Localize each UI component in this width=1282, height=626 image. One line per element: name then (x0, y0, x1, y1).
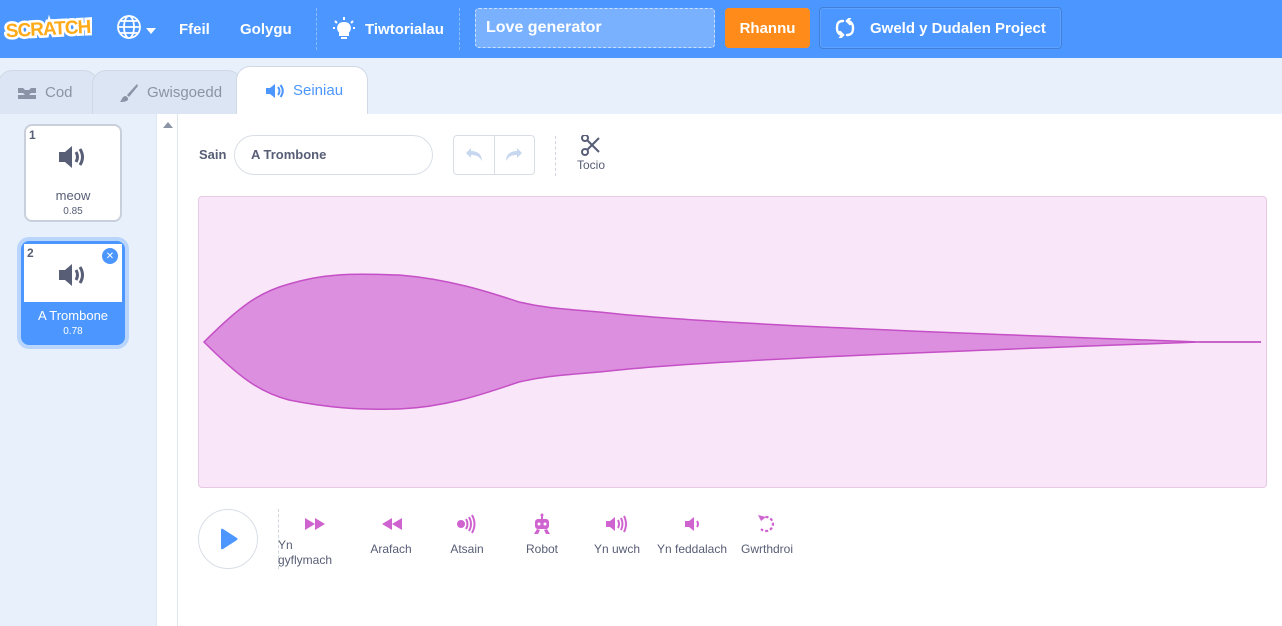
faster-icon (278, 512, 344, 536)
language-menu[interactable] (116, 0, 156, 58)
waveform (202, 273, 1261, 410)
toolbar-divider (555, 136, 556, 176)
tutorials-label: Tiwtorialau (365, 20, 444, 38)
effect-slower-button[interactable]: Arafach (353, 512, 429, 557)
trim-button[interactable]: Tocio (571, 134, 611, 172)
menu-bar: SCRATCH Ffeil Golygu Tiwtorialau Love ge… (0, 0, 1282, 58)
sound-number: 1 (29, 128, 36, 142)
effect-reverse-button[interactable]: Gwrthdroi (729, 512, 805, 557)
effect-label: Yn feddalach (656, 542, 728, 556)
play-button[interactable] (198, 509, 258, 569)
menu-divider (459, 8, 460, 50)
sound-editor: Sain A Trombone Tocio Yn gyflymach Arafa… (178, 114, 1282, 626)
echo-icon (429, 512, 505, 536)
trim-label: Tocio (576, 158, 605, 172)
effect-softer-button[interactable]: Yn feddalach (654, 512, 730, 557)
code-icon (17, 85, 37, 101)
menu-divider (316, 8, 317, 50)
effect-label: Atsain (450, 542, 484, 556)
close-icon: ✕ (105, 250, 115, 262)
slower-icon (353, 512, 429, 536)
tab-sounds-label: Seiniau (293, 82, 344, 99)
sound-duration: 0.85 (63, 206, 83, 217)
sound-list: 1 meow 0.85 2 ✕ A Trombone 0.78 (0, 114, 156, 626)
sound-name: meow (55, 188, 91, 203)
louder-icon (579, 512, 655, 536)
reverse-icon (729, 512, 805, 536)
project-title-input[interactable]: Love generator (475, 8, 715, 48)
sound-name: A Trombone (37, 308, 109, 323)
waveform-display[interactable] (198, 196, 1267, 488)
sound-name-label: Sain (199, 147, 227, 162)
editor-tabs: Cod Gwisgoedd Seiniau (0, 58, 1282, 114)
scratch-logo[interactable]: SCRATCH (3, 12, 94, 44)
robot-icon (504, 512, 580, 536)
speaker-icon (57, 262, 89, 293)
brush-icon (119, 83, 139, 103)
scratch-logo-text: SCRATCH (5, 17, 91, 42)
see-project-page-button[interactable]: Gweld y Dudalen Project (819, 7, 1062, 49)
redo-icon (506, 148, 523, 161)
effect-louder-button[interactable]: Yn uwch (579, 512, 655, 557)
sound-duration: 0.78 (63, 326, 83, 337)
effect-label: Robot (525, 542, 559, 556)
tab-costumes[interactable]: Gwisgoedd (92, 70, 242, 114)
undo-redo-group (453, 135, 535, 175)
tutorials-menu[interactable]: Tiwtorialau (333, 0, 444, 58)
tab-costumes-label: Gwisgoedd (147, 84, 223, 101)
scissors-icon (571, 134, 611, 158)
tab-code[interactable]: Cod (0, 70, 98, 114)
effect-robot-button[interactable]: Robot (504, 512, 580, 557)
undo-button[interactable] (454, 136, 495, 174)
globe-icon (116, 14, 142, 44)
sound-name-input[interactable]: A Trombone (234, 135, 433, 175)
chevron-down-icon (146, 21, 156, 38)
play-icon (221, 528, 238, 550)
effect-label: Gwrthdroi (740, 542, 793, 556)
lightbulb-icon (333, 17, 355, 41)
sound-item-a-trombone[interactable]: 2 ✕ A Trombone 0.78 (21, 241, 125, 345)
scroll-up-icon[interactable] (163, 122, 173, 128)
sound-list-scrollbar[interactable] (156, 114, 178, 626)
effect-echo-button[interactable]: Atsain (429, 512, 505, 557)
edit-menu[interactable]: Golygu (240, 0, 292, 58)
effect-faster-button[interactable]: Yn gyflymach (278, 512, 344, 568)
delete-sound-button[interactable]: ✕ (102, 248, 118, 264)
redo-button[interactable] (495, 136, 535, 174)
tab-sounds[interactable]: Seiniau (236, 66, 368, 114)
effect-label: Yn uwch (593, 542, 641, 556)
speaker-icon (57, 144, 89, 175)
share-button[interactable]: Rhannu (725, 8, 810, 48)
see-project-page-label: Gweld y Dudalen Project (870, 19, 1046, 37)
file-menu[interactable]: Ffeil (179, 0, 210, 58)
project-page-icon (834, 18, 856, 38)
speaker-icon (265, 82, 285, 100)
effect-label: Yn gyflymach (278, 538, 333, 567)
softer-icon (654, 512, 730, 536)
tab-code-label: Cod (45, 84, 73, 101)
sound-item-meow[interactable]: 1 meow 0.85 (24, 124, 122, 222)
effect-label: Arafach (370, 542, 412, 556)
sound-number: 2 (27, 246, 34, 260)
undo-icon (465, 148, 482, 161)
